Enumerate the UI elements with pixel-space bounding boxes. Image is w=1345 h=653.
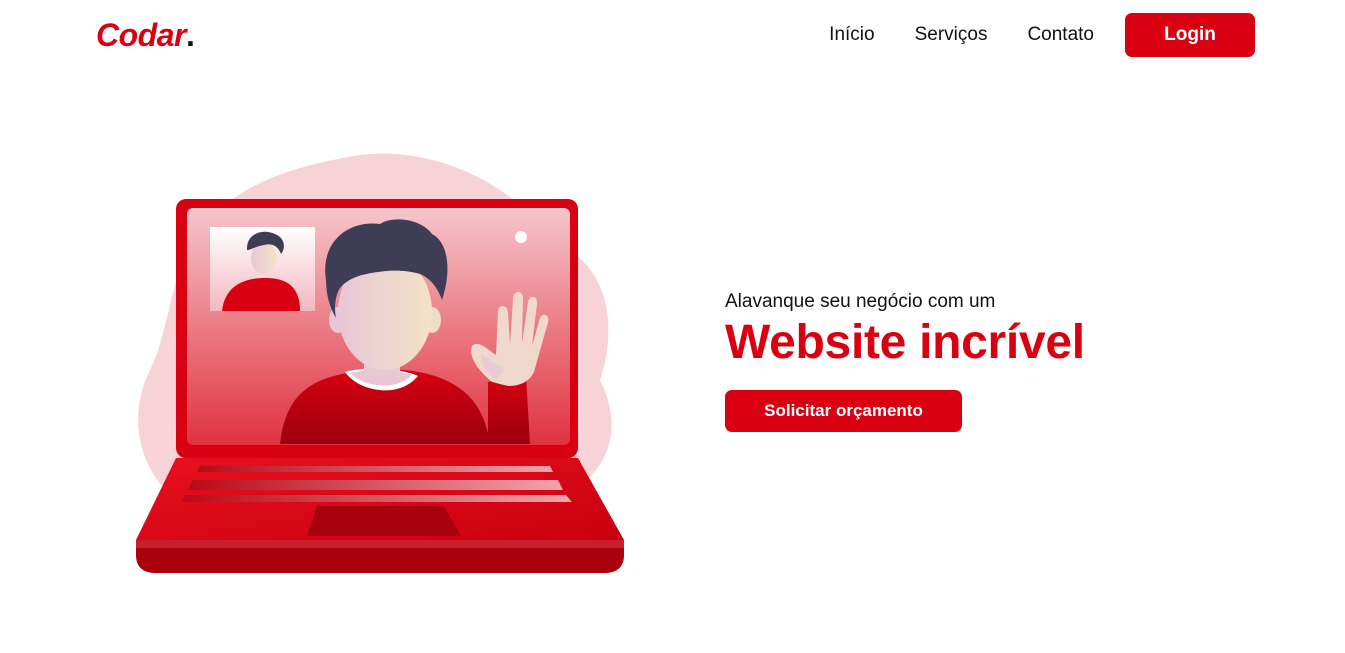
login-button[interactable]: Login <box>1125 13 1255 57</box>
landing-page: Codar. Início Serviços Contato Login Ala… <box>0 0 1345 653</box>
request-quote-button[interactable]: Solicitar orçamento <box>725 390 962 432</box>
hero-illustration <box>130 150 630 580</box>
laptop-video-call-icon <box>136 153 624 573</box>
logo[interactable]: Codar. <box>96 15 195 55</box>
logo-text: Codar <box>96 17 186 53</box>
camera-dot <box>515 231 527 243</box>
main-nav: Início Serviços Contato Login <box>829 13 1255 57</box>
keyboard-row <box>188 480 563 490</box>
nav-link-services[interactable]: Serviços <box>915 24 988 46</box>
trackpad <box>307 506 461 536</box>
logo-dot: . <box>185 17 195 53</box>
keyboard-row <box>197 466 553 472</box>
hero-title: Website incrível <box>725 316 1085 369</box>
nav-link-contact[interactable]: Contato <box>1027 24 1094 46</box>
keyboard-row <box>182 495 572 502</box>
hero-section: Alavanque seu negócio com um Website inc… <box>725 290 1085 432</box>
nav-link-home[interactable]: Início <box>829 24 874 46</box>
hero-subtitle: Alavanque seu negócio com um <box>725 291 996 312</box>
